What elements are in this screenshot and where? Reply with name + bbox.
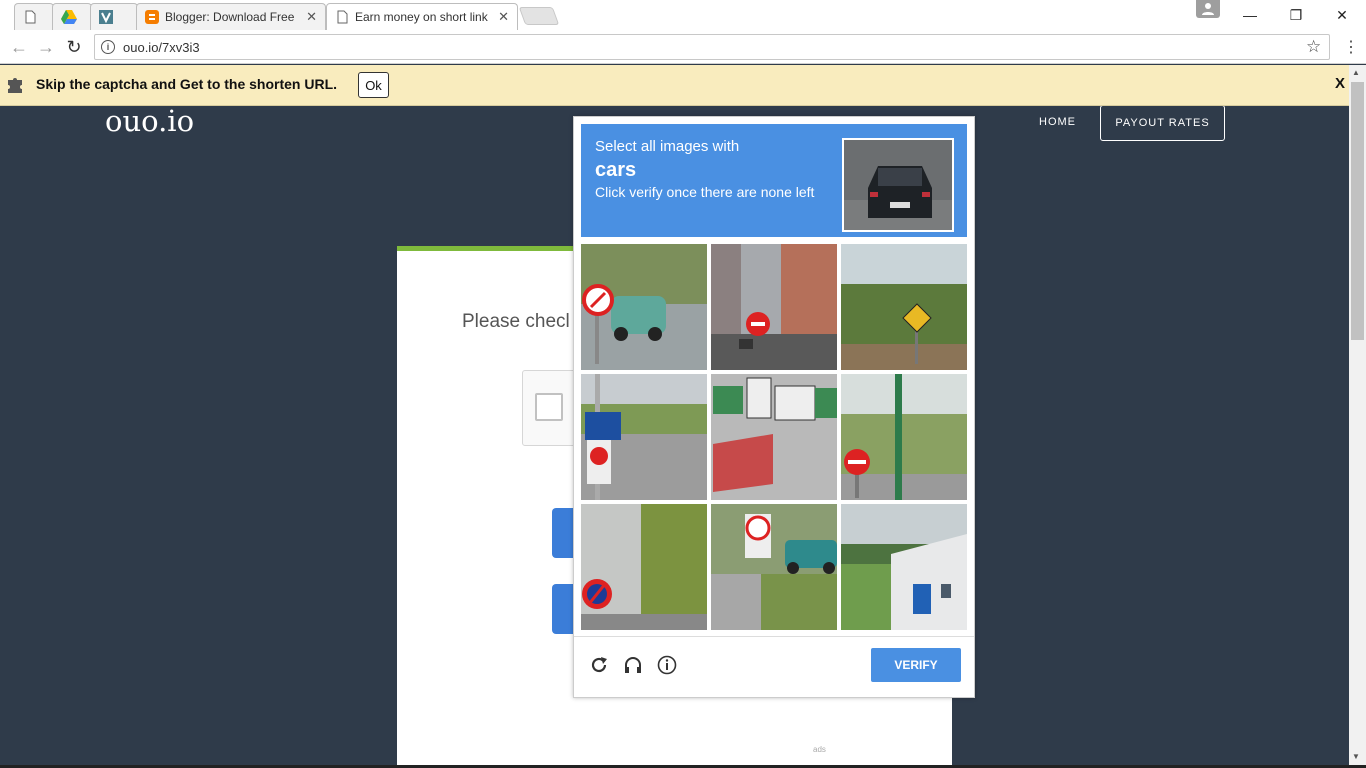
challenge-prompt: Select all images with xyxy=(595,138,740,155)
refresh-icon[interactable] xyxy=(588,654,610,676)
url-text: ouo.io/7xv3i3 xyxy=(123,39,200,55)
reload-button[interactable]: ↻ xyxy=(63,36,85,58)
tab-vt[interactable] xyxy=(90,3,138,30)
captcha-tile-7[interactable] xyxy=(581,504,707,630)
verify-button[interactable]: VERIFY xyxy=(871,648,961,682)
google-drive-icon xyxy=(61,10,77,24)
tab-earn-money[interactable]: Earn money on short link ✕ xyxy=(326,3,518,30)
scrollbar-thumb[interactable] xyxy=(1351,82,1364,340)
restore-button[interactable]: ❐ xyxy=(1273,0,1319,30)
card-heading: Please checl xyxy=(462,311,570,332)
recaptcha-checkbox[interactable] xyxy=(535,393,563,421)
captcha-tile-2[interactable] xyxy=(711,244,837,370)
vt-icon xyxy=(99,10,113,24)
tab-blogger[interactable]: Blogger: Download Free ✕ xyxy=(136,3,326,30)
puzzle-icon xyxy=(6,74,26,99)
tab-blank[interactable] xyxy=(14,3,54,30)
captcha-tile-1[interactable] xyxy=(581,244,707,370)
bookmark-star-icon[interactable]: ☆ xyxy=(1306,37,1321,57)
minimize-button[interactable]: — xyxy=(1227,0,1273,30)
captcha-tile-5[interactable] xyxy=(711,374,837,500)
new-tab-button[interactable] xyxy=(518,7,560,25)
blogger-icon xyxy=(145,10,159,24)
forward-button[interactable]: → xyxy=(35,36,57,58)
audio-headphones-icon[interactable] xyxy=(622,654,644,676)
close-icon[interactable]: ✕ xyxy=(300,9,317,25)
example-car-image xyxy=(842,138,954,232)
info-icon[interactable]: i xyxy=(101,40,115,54)
challenge-keyword: cars xyxy=(595,159,637,181)
nav-home-link[interactable]: HOME xyxy=(1039,116,1076,128)
browser-menu-icon[interactable]: ⋮ xyxy=(1343,37,1359,57)
blank-page-icon xyxy=(335,10,349,24)
captcha-tile-3[interactable] xyxy=(841,244,967,370)
blank-page-icon xyxy=(23,10,37,24)
window-close-button[interactable]: ✕ xyxy=(1319,0,1365,30)
captcha-tile-9[interactable] xyxy=(841,504,967,630)
scroll-down-arrow-icon[interactable]: ▼ xyxy=(1352,752,1360,761)
address-bar[interactable]: i ouo.io/7xv3i3 xyxy=(94,34,1330,60)
challenge-footer-divider xyxy=(574,636,974,637)
tab-google-drive[interactable] xyxy=(52,3,92,30)
site-logo[interactable]: ouo.io xyxy=(105,104,194,138)
notification-text: Skip the captcha and Get to the shorten … xyxy=(36,76,338,92)
tab-label: Earn money on short link xyxy=(355,10,488,24)
challenge-instruction: Click verify once there are none left xyxy=(595,184,815,200)
captcha-tile-8[interactable] xyxy=(711,504,837,630)
ok-button[interactable]: Ok xyxy=(358,72,389,98)
notification-close-button[interactable]: X xyxy=(1335,75,1345,92)
info-icon[interactable] xyxy=(656,654,678,676)
ads-label: ads xyxy=(813,745,826,754)
scroll-up-arrow-icon[interactable]: ▲ xyxy=(1352,68,1360,77)
close-icon[interactable]: ✕ xyxy=(492,9,509,25)
captcha-tile-4[interactable] xyxy=(581,374,707,500)
back-button[interactable]: ← xyxy=(8,36,30,58)
nav-payout-rates-button[interactable]: PAYOUT RATES xyxy=(1100,105,1225,141)
captcha-tile-6[interactable] xyxy=(841,374,967,500)
profile-icon[interactable] xyxy=(1196,0,1220,18)
tab-label: Blogger: Download Free xyxy=(165,10,295,24)
